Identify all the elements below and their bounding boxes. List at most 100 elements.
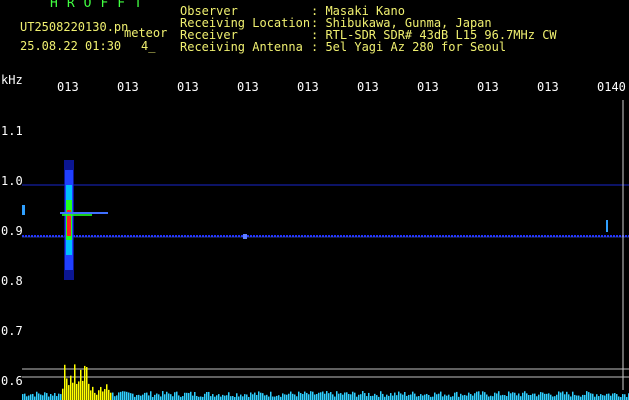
spectrum-bar [216, 395, 218, 400]
spectrum-bar [250, 392, 252, 400]
spectrum-bar [230, 396, 232, 400]
y-tick-label: 0.6 [1, 374, 23, 388]
spectrum-bar [536, 396, 538, 400]
spectrum-bar [348, 393, 350, 400]
spectrum-bar [224, 395, 226, 400]
spectrum-bar [370, 395, 372, 400]
spectrum-bar [320, 392, 322, 400]
spectrum-bar [578, 395, 580, 400]
spectrum-bar [80, 369, 82, 400]
spectrum-bar [252, 394, 254, 400]
spectrum-bar [246, 394, 248, 400]
spectrum-bar [322, 391, 324, 400]
x-tick-label: 013 [297, 80, 319, 94]
spectrum-bar [432, 396, 434, 400]
spectrum-bar [336, 391, 338, 400]
spectrum-bar [94, 392, 96, 400]
spectrum-bar [28, 395, 30, 400]
spectrum-bar [540, 392, 542, 400]
spectrum-bar [172, 396, 174, 400]
spectrum-bar [354, 392, 356, 400]
spectrum-bar [392, 395, 394, 400]
spectrum-bar [526, 393, 528, 400]
y-tick-label: 0.9 [1, 224, 23, 238]
spectrum-bar [258, 391, 260, 400]
field-label-antenna: Receiving Antenna [180, 40, 303, 54]
spectrum-bar [206, 392, 208, 400]
spectrum-bar [590, 393, 592, 400]
spectrum-bar [372, 395, 374, 400]
spectrum-bar [72, 382, 74, 400]
spectrum-bar [352, 391, 354, 400]
spectrum-bar [122, 391, 124, 400]
spectrum-bar [44, 392, 46, 400]
spectrum-bar [612, 393, 614, 400]
spectrum-bar [550, 394, 552, 400]
spectrum-bar [110, 392, 112, 400]
spectrum-bar [368, 392, 370, 400]
spectrum-bar [360, 394, 362, 400]
spectrum-bar [600, 394, 602, 400]
spectrum-bar [312, 391, 314, 400]
spectrum-bar [74, 364, 76, 400]
spectrum-bar [124, 391, 126, 400]
spectrum-bar [36, 391, 38, 400]
spectrum-bar [86, 367, 88, 400]
spectrum-bar [402, 394, 404, 400]
spectrum-bar [120, 391, 122, 400]
spectrum-bar [32, 393, 34, 400]
spectrum-bar [474, 393, 476, 400]
spectrum-bar [290, 391, 292, 400]
spectrum-bar [284, 394, 286, 400]
spectrum-bar [208, 391, 210, 400]
spectrum-bar [424, 394, 426, 400]
spectrum-bar [468, 392, 470, 400]
spectrum-bar [490, 395, 492, 400]
spectrum-bar [260, 392, 262, 400]
spectrum-bar [542, 392, 544, 400]
app-brand: HROFFT [50, 0, 151, 11]
spectrum-bar [276, 395, 278, 400]
spectrum-bar [406, 395, 408, 400]
spectrum-bar [400, 393, 402, 400]
spectrum-bar [108, 389, 110, 400]
spectrum-bar [192, 395, 194, 400]
spectrum-bar [522, 392, 524, 400]
spectrum-bar [98, 390, 100, 400]
spectrum-bar [300, 393, 302, 400]
x-tick-label: 013 [417, 80, 439, 94]
spectrum-bar [262, 393, 264, 400]
spectrum-bar [148, 395, 150, 400]
spectrum-bar [314, 394, 316, 400]
spectrum-bar [316, 394, 318, 400]
spectrum-bar [492, 396, 494, 400]
spectrum-bar [428, 395, 430, 400]
spectrum-bar [156, 393, 158, 400]
spectrum-bar [254, 392, 256, 400]
spectrum-bar [82, 380, 84, 400]
spectrum-bar [452, 396, 454, 400]
spectrum-bar [266, 394, 268, 400]
small-echo [243, 234, 247, 239]
spectrum-bar [278, 395, 280, 400]
spectrum-bar [498, 391, 500, 400]
spectrum-bar [410, 394, 412, 400]
spectrum-bar [398, 391, 400, 400]
field-value-antenna: : 5el Yagi Az 280 for Seoul [311, 40, 507, 54]
spectrum-bar [104, 389, 106, 400]
spectrum-bar [618, 396, 620, 400]
spectrum-strip [22, 364, 629, 400]
spectrum-bar [350, 394, 352, 400]
spectrum-bar [304, 391, 306, 400]
spectrum-bar [554, 396, 556, 400]
x-tick-label: 0140 [597, 80, 626, 94]
spectrum-bar [478, 391, 480, 400]
spectrum-bar [436, 394, 438, 400]
spectrum-bar [506, 396, 508, 400]
spectrum-bar [564, 394, 566, 400]
spectrum-bar [274, 396, 276, 400]
spectrum-bar [486, 394, 488, 400]
axis-unit-label: kHz [1, 73, 23, 87]
spectrum-bar [54, 392, 56, 400]
x-tick-label: 013 [117, 80, 139, 94]
